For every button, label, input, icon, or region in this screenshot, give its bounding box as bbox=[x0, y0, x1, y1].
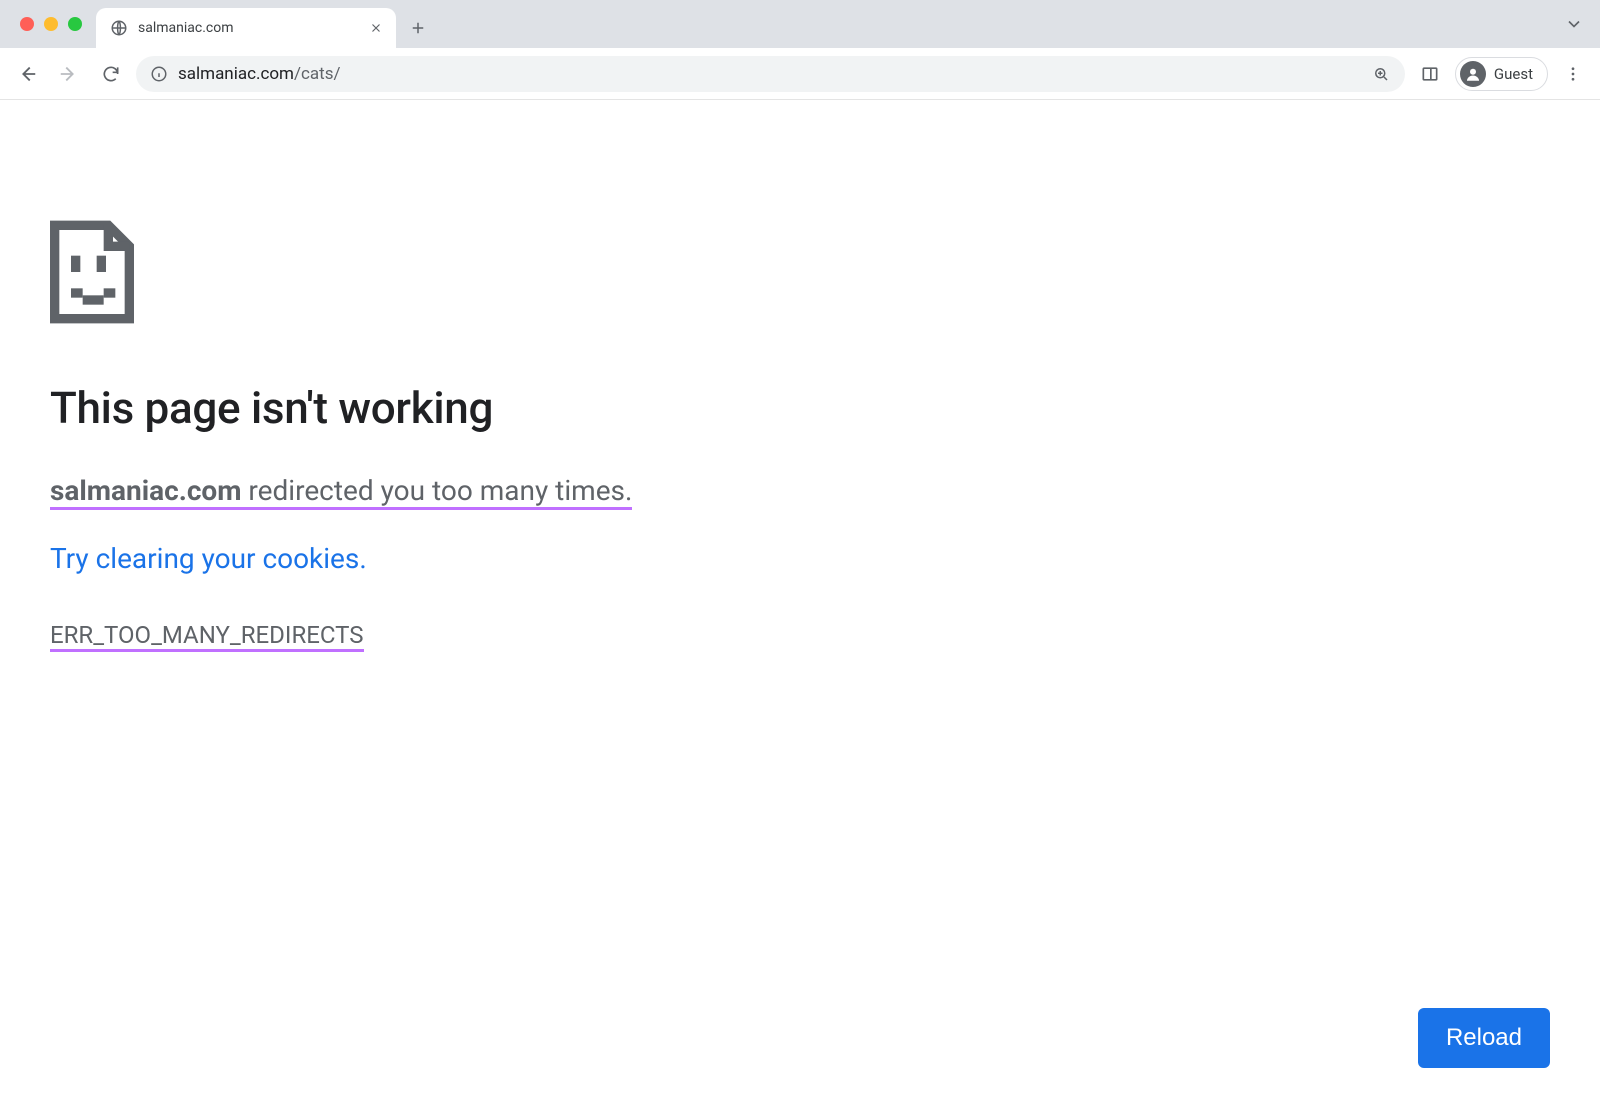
tab-strip: salmaniac.com bbox=[0, 0, 1600, 48]
reload-button[interactable]: Reload bbox=[1418, 1008, 1550, 1068]
side-panel-icon[interactable] bbox=[1413, 57, 1447, 91]
error-page: This page isn't working salmaniac.com re… bbox=[0, 100, 1600, 652]
profile-chip[interactable]: Guest bbox=[1455, 57, 1548, 91]
kebab-menu-icon[interactable] bbox=[1556, 57, 1590, 91]
forward-button[interactable] bbox=[52, 57, 86, 91]
back-button[interactable] bbox=[10, 57, 44, 91]
sad-page-icon bbox=[50, 220, 134, 324]
error-host: salmaniac.com bbox=[50, 474, 241, 507]
zoom-icon[interactable] bbox=[1371, 64, 1391, 84]
traffic-light-minimize-icon[interactable] bbox=[44, 17, 58, 31]
window-controls bbox=[12, 0, 92, 48]
url-path: /cats/ bbox=[294, 64, 341, 84]
new-tab-button[interactable] bbox=[402, 12, 434, 44]
traffic-light-zoom-icon[interactable] bbox=[68, 17, 82, 31]
toolbar: salmaniac.com/cats/ Guest bbox=[0, 48, 1600, 100]
close-tab-icon[interactable] bbox=[368, 20, 384, 36]
url-text: salmaniac.com/cats/ bbox=[178, 64, 1361, 84]
error-code: ERR_TOO_MANY_REDIRECTS bbox=[50, 621, 364, 652]
tab-title: salmaniac.com bbox=[138, 20, 358, 36]
error-redirect-text: redirected you too many times. bbox=[241, 474, 632, 507]
browser-tab[interactable]: salmaniac.com bbox=[96, 8, 396, 48]
globe-icon bbox=[110, 19, 128, 37]
error-suggestion: Try clearing your cookies. bbox=[50, 542, 1550, 575]
clear-cookies-link[interactable]: Try clearing your cookies bbox=[50, 542, 359, 575]
error-message: salmaniac.com redirected you too many ti… bbox=[50, 474, 632, 510]
url-host: salmaniac.com bbox=[178, 64, 294, 84]
error-headline: This page isn't working bbox=[50, 382, 1550, 434]
traffic-light-close-icon[interactable] bbox=[20, 17, 34, 31]
page-content: This page isn't working salmaniac.com re… bbox=[0, 100, 1600, 1104]
suggestion-period: . bbox=[359, 542, 366, 575]
avatar-icon bbox=[1460, 61, 1486, 87]
tab-overflow-icon[interactable] bbox=[1564, 14, 1584, 34]
address-bar[interactable]: salmaniac.com/cats/ bbox=[136, 56, 1405, 92]
site-info-icon[interactable] bbox=[150, 65, 168, 83]
reload-toolbar-button[interactable] bbox=[94, 57, 128, 91]
profile-label: Guest bbox=[1494, 65, 1533, 83]
